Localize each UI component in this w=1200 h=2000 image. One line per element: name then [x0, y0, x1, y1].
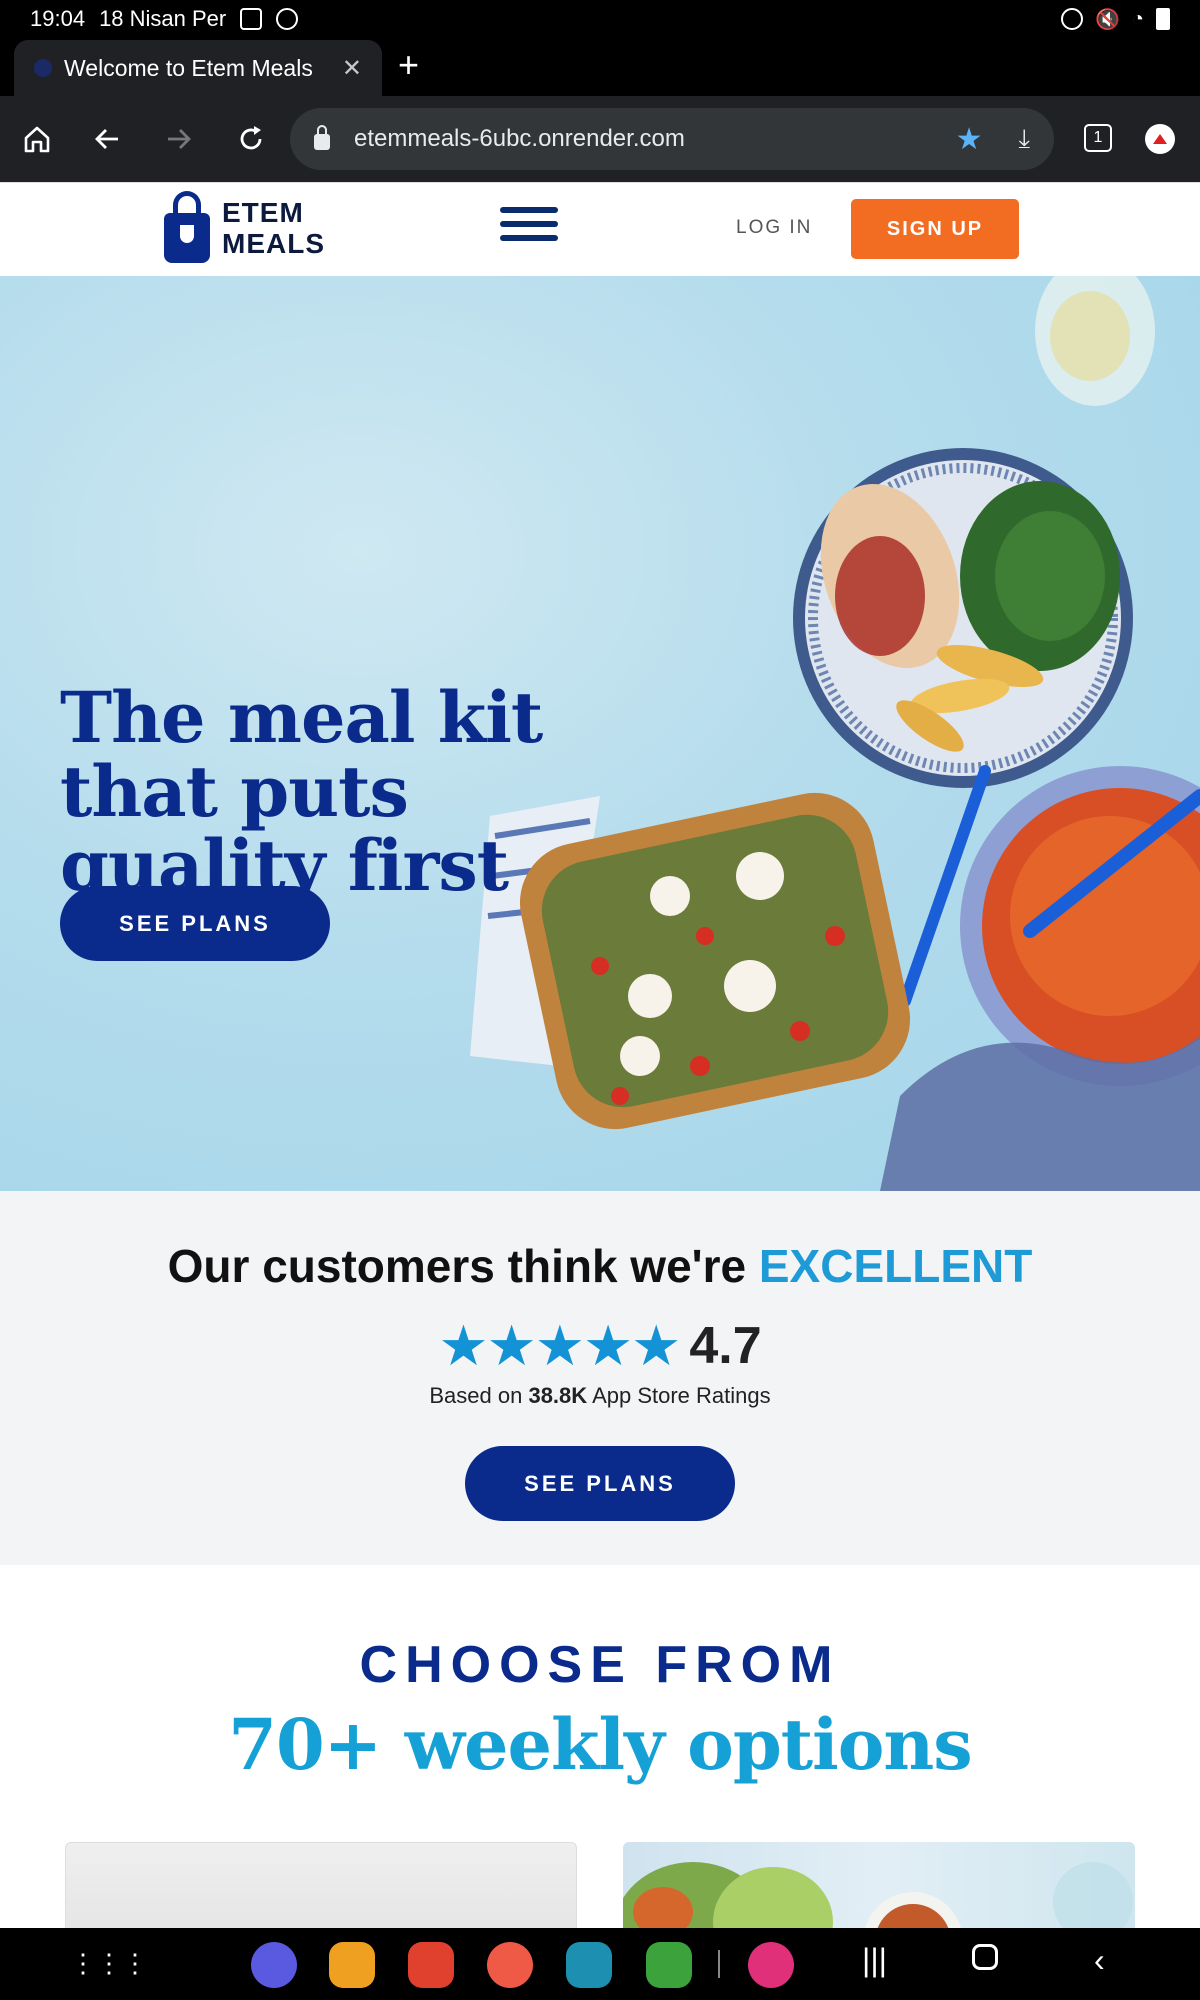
ratings-count: 38.8K — [528, 1383, 588, 1408]
choose-kicker: CHOOSE FROM — [359, 1636, 841, 1694]
app-drawer-icon[interactable]: ⋮⋮⋮ — [70, 1948, 148, 1978]
alarm-icon — [1061, 8, 1083, 30]
back-icon[interactable] — [86, 118, 128, 160]
ratings-subtext: Based on 38.8K App Store Ratings — [0, 1383, 1200, 1409]
login-link[interactable]: LOG IN — [736, 217, 812, 239]
dock-separator — [718, 1950, 720, 1978]
favicon-icon — [34, 59, 52, 77]
hero-section: The meal kit that puts quality first SEE… — [0, 276, 1200, 1191]
rating-row: ★★★★★ 4.7 — [0, 1313, 1200, 1379]
site-header: ETEM MEALS LOG IN SIGN UP — [0, 182, 1200, 276]
status-time: 19:04 — [30, 6, 86, 31]
rating-score: 4.7 — [689, 1317, 762, 1375]
mute-icon: 🔇 — [1095, 8, 1120, 31]
browser-tab-strip: Welcome to Etem Meals ✕ + — [0, 38, 1200, 96]
ratings-subtext-suffix: App Store Ratings — [587, 1383, 771, 1408]
ratings-heading-prefix: Our customers think we're — [167, 1240, 759, 1292]
tab-title: Welcome to Etem Meals — [64, 54, 313, 81]
address-bar[interactable]: etemmeals-6ubc.onrender.com ★ ⤓ — [290, 108, 1054, 170]
download-icon[interactable]: ⤓ — [1019, 123, 1031, 155]
battery-icon — [1156, 8, 1170, 30]
ratings-heading-accent: EXCELLENT — [758, 1240, 1033, 1292]
salad-photo — [623, 1862, 1133, 1928]
calendar-app-icon[interactable] — [566, 1942, 612, 1988]
wifi-icon: ◔ — [1131, 7, 1144, 30]
calculator-app-icon[interactable] — [646, 1942, 692, 1988]
info-notification-icon — [276, 8, 299, 30]
choose-headline: 70+ weekly options — [228, 1703, 972, 1786]
choose-section: CHOOSE FROM 70+ weekly options — [0, 1565, 1200, 1928]
forward-icon[interactable] — [158, 118, 200, 160]
browser-toolbar: etemmeals-6ubc.onrender.com ★ ⤓ 1 — [0, 96, 1200, 182]
ratings-subtext-prefix: Based on — [429, 1383, 529, 1408]
signup-button[interactable]: SIGN UP — [851, 199, 1019, 259]
close-tab-icon[interactable]: ✕ — [342, 54, 362, 83]
ratings-see-plans-button[interactable]: SEE PLANS — [465, 1446, 735, 1521]
home-icon[interactable] — [16, 118, 58, 160]
logo-line-1: ETEM — [222, 197, 304, 228]
gallery-notification-icon — [240, 8, 263, 30]
ratings-section: Our customers think we're EXCELLENT ★★★★… — [0, 1191, 1200, 1565]
logo-line-2: MEALS — [222, 228, 325, 259]
status-date: 18 Nisan Per — [99, 6, 227, 31]
logo-text: ETEM MEALS — [222, 197, 325, 259]
meal-card-image[interactable] — [65, 1842, 577, 1928]
reload-icon[interactable] — [230, 118, 272, 160]
browser-tab[interactable]: Welcome to Etem Meals ✕ — [14, 40, 382, 96]
hamburger-menu-icon[interactable] — [500, 207, 558, 247]
contacts-app-icon[interactable] — [487, 1942, 533, 1988]
bookmark-star-icon[interactable]: ★ — [956, 122, 983, 157]
back-button-icon[interactable]: ‹ — [1094, 1942, 1105, 1979]
update-menu-icon[interactable] — [1145, 124, 1175, 154]
files-app-icon[interactable] — [329, 1942, 375, 1988]
home-button-icon[interactable] — [972, 1944, 998, 1970]
url-text: etemmeals-6ubc.onrender.com — [354, 125, 685, 152]
recent-apps-icon[interactable]: ||| — [862, 1942, 887, 1979]
new-tab-button[interactable]: + — [398, 44, 419, 86]
etem-meals-logo[interactable]: ETEM MEALS — [162, 191, 325, 265]
tab-switcher-button[interactable]: 1 — [1084, 124, 1112, 152]
apron-logo-icon — [162, 191, 212, 265]
five-star-icons: ★★★★★ — [438, 1314, 681, 1377]
hero-see-plans-button[interactable]: SEE PLANS — [60, 886, 330, 961]
browser-app-icon[interactable] — [251, 1942, 297, 1988]
hero-title: The meal kit that puts quality first — [60, 676, 543, 907]
meal-card-image[interactable] — [623, 1842, 1135, 1928]
notes-app-icon[interactable] — [408, 1942, 454, 1988]
gallery-app-icon[interactable] — [748, 1942, 794, 1988]
status-bar: 19:04 18 Nisan Per 🔇 ◔ — [0, 0, 1200, 38]
ratings-heading: Our customers think we're EXCELLENT — [0, 1239, 1200, 1293]
lock-icon — [314, 125, 330, 150]
android-nav-bar: ⋮⋮⋮ ||| ‹ — [0, 1928, 1200, 2000]
